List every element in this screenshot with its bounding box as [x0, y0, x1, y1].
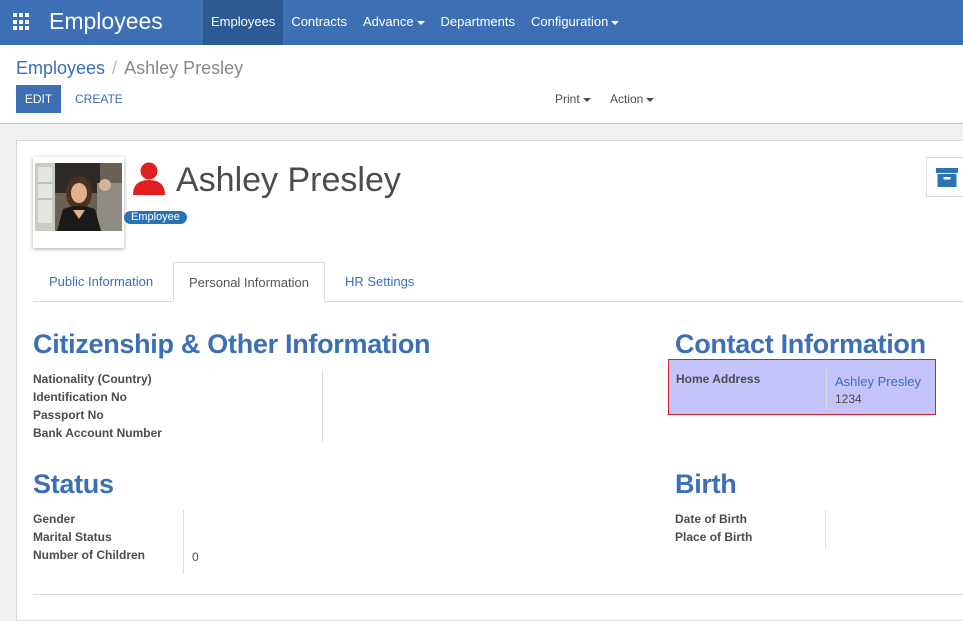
marital-status-label: Marital Status — [33, 530, 112, 544]
field-separator — [183, 510, 184, 574]
menu-item-label: Advance — [362, 14, 414, 29]
breadcrumb: Employees / Ashley Presley — [16, 58, 243, 79]
identification-no-label: Identification No — [33, 390, 127, 404]
employee-photo[interactable] — [33, 157, 124, 248]
employee-name: Ashley Presley — [176, 161, 401, 199]
user-icon — [132, 161, 166, 200]
menu-item-label: Configuration — [530, 14, 609, 29]
caret-down-icon — [646, 97, 655, 102]
menu-item-employees[interactable]: Employees — [203, 0, 284, 45]
action-dropdown[interactable]: Action — [610, 92, 655, 106]
gender-label: Gender — [33, 512, 76, 526]
breadcrumb-separator: / — [112, 58, 118, 78]
menu-item-departments[interactable]: Departments — [433, 0, 523, 45]
home-address-link[interactable]: Ashley Presley — [835, 374, 921, 389]
archive-icon — [936, 168, 958, 187]
menu-item-label: Departments — [440, 14, 515, 29]
menu-item-contracts[interactable]: Contracts — [283, 0, 355, 45]
tab-bar: Public Information Personal Information … — [33, 262, 963, 302]
section-divider — [33, 594, 963, 595]
apps-grid-icon[interactable] — [13, 13, 31, 31]
breadcrumb-current: Ashley Presley — [124, 58, 244, 78]
create-button[interactable]: CREATE — [75, 85, 123, 113]
number-of-children-label: Number of Children — [33, 548, 146, 562]
print-dropdown[interactable]: Print — [555, 92, 591, 106]
nationality-label: Nationality (Country) — [33, 372, 152, 386]
edit-button[interactable]: EDIT — [16, 85, 61, 113]
place-of-birth-label: Place of Birth — [675, 530, 753, 544]
field-separator — [826, 370, 827, 410]
caret-down-icon — [582, 97, 591, 102]
birth-section-title: Birth — [675, 469, 737, 499]
bank-account-label: Bank Account Number — [33, 426, 162, 440]
passport-no-label: Passport No — [33, 408, 104, 422]
field-separator — [825, 510, 826, 548]
action-label: Action — [610, 92, 644, 106]
menu-item-label: Employees — [211, 14, 276, 29]
tab-public-information[interactable]: Public Information — [49, 262, 153, 302]
date-of-birth-label: Date of Birth — [675, 512, 747, 526]
caret-down-icon — [611, 20, 620, 25]
citizenship-section-title: Citizenship & Other Information — [33, 329, 431, 359]
tab-hr-settings[interactable]: HR Settings — [345, 262, 414, 302]
home-address-label: Home Address — [676, 372, 761, 386]
control-panel: Employees / Ashley Presley EDIT CREATE Pri… — [0, 45, 963, 124]
number-of-children-value: 0 — [192, 550, 199, 564]
employee-tag-badge[interactable]: Employee — [124, 211, 187, 224]
breadcrumb-employees-link[interactable]: Employees — [16, 58, 105, 78]
top-navbar: Employees Employees Contracts Advance De… — [0, 0, 963, 45]
tab-personal-information[interactable]: Personal Information — [173, 262, 325, 302]
menu-item-configuration[interactable]: Configuration — [523, 0, 627, 45]
print-label: Print — [555, 92, 580, 106]
app-title: Employees — [49, 8, 163, 34]
field-separator — [322, 370, 323, 442]
home-address-line: 1234 — [835, 392, 862, 406]
archive-button[interactable] — [926, 157, 963, 197]
status-section-title: Status — [33, 469, 114, 499]
form-sheet: Ashley Presley Employee Public Informati… — [16, 140, 963, 621]
contact-section-title: Contact Information — [675, 329, 926, 359]
menu-item-advance[interactable]: Advance — [355, 0, 433, 45]
home-address-field[interactable]: Home Address Ashley Presley 1234 — [668, 359, 936, 415]
caret-down-icon — [416, 20, 425, 25]
main-menu: Employees Contracts Advance Departments … — [203, 0, 627, 45]
menu-item-label: Contracts — [291, 14, 347, 29]
